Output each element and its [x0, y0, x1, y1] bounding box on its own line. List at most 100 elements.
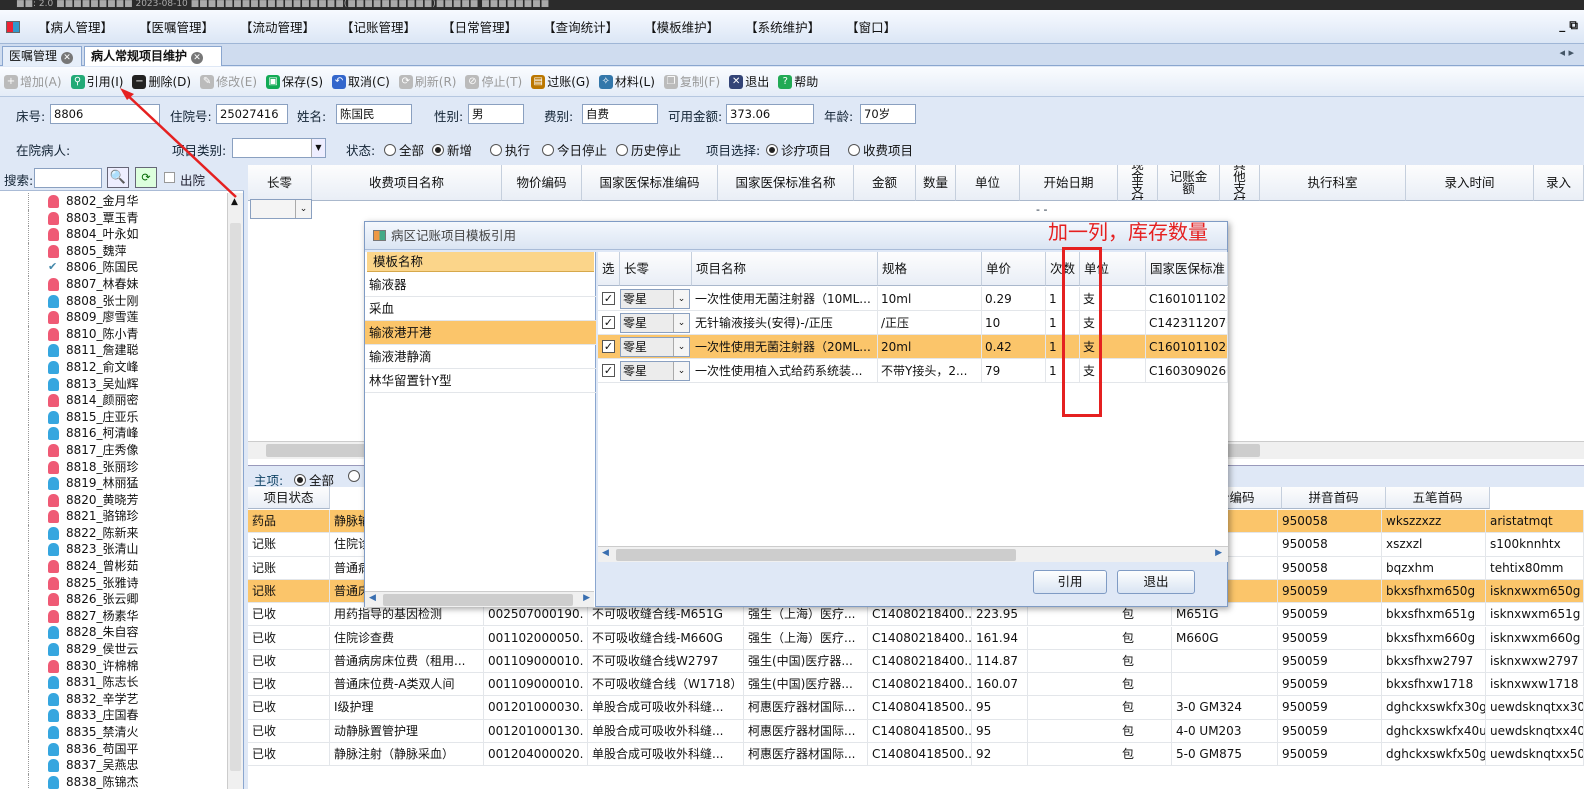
- bed-field[interactable]: 8806: [50, 104, 160, 124]
- list-item[interactable]: 8812_俞文峰: [0, 358, 228, 376]
- item-checkbox[interactable]: ✓: [602, 316, 615, 329]
- admission-field[interactable]: 25027416: [216, 104, 288, 124]
- list-item[interactable]: 8829_侯世云: [0, 641, 228, 658]
- list-item[interactable]: 8813_吴灿辉: [0, 375, 228, 393]
- list-item[interactable]: ✔ 8806_陈国民: [0, 259, 228, 276]
- main-header-12[interactable]: 执行科室: [1260, 165, 1406, 201]
- fee-field[interactable]: 自费: [582, 104, 658, 124]
- menu-item-8[interactable]: 【窗口】: [838, 17, 904, 36]
- list-item[interactable]: 8808_张士刚: [0, 292, 228, 310]
- list-item[interactable]: 8832_辛学艺: [0, 690, 228, 708]
- chevron-right-icon[interactable]: ▶: [1215, 548, 1222, 558]
- item-checkbox[interactable]: ✓: [602, 364, 615, 377]
- close-icon[interactable]: ✕: [191, 52, 204, 64]
- main-header-3[interactable]: 国家医保标准编码: [582, 165, 718, 201]
- tab-patient-routine-items[interactable]: 病人常规项目维护 ✕: [84, 46, 222, 66]
- template-item[interactable]: 输液器: [365, 273, 596, 297]
- items-header-2[interactable]: 项目名称: [692, 252, 878, 286]
- chevron-up-icon[interactable]: ▲: [231, 197, 238, 207]
- radio-item-select-1[interactable]: 收费项目: [848, 140, 913, 159]
- template-item[interactable]: 林华留置针Y型: [365, 369, 596, 393]
- template-item[interactable]: 输液港开港: [365, 321, 596, 345]
- table-row[interactable]: 已收 动静脉置管护理 001201000130. 单股合成可吸收外科缝... 柯惠医疗器…: [248, 719, 1584, 743]
- main-header-2[interactable]: 物价编码: [502, 165, 582, 201]
- main-header-11[interactable]: 其他支付: [1220, 165, 1260, 201]
- tab-scroll-arrows-icon[interactable]: ◂ ▸: [1559, 46, 1574, 59]
- table-row[interactable]: 已收 Ⅰ级护理 001201000030. 单股合成可吸收外科缝... 柯惠医疗器材国际…: [248, 696, 1584, 720]
- toolbar-save-button[interactable]: ▣ 保存(S): [266, 73, 323, 90]
- gender-field[interactable]: 男: [468, 104, 524, 124]
- bottom-header-0[interactable]: 项目状态: [248, 487, 330, 509]
- template-list-scrollbar[interactable]: ◀ ▶: [365, 591, 594, 607]
- main-header-8[interactable]: 开始日期: [1020, 165, 1118, 201]
- menu-item-0[interactable]: 【病人管理】: [30, 17, 121, 36]
- type-combo[interactable]: 零星 ⌄: [620, 289, 690, 309]
- toolbar-binoculars-button[interactable]: ⚲ 引用(I): [70, 73, 123, 90]
- list-item[interactable]: 8809_廖雪莲: [0, 309, 228, 326]
- menu-item-3[interactable]: 【记账管理】: [333, 17, 424, 36]
- reference-button[interactable]: 引用: [1033, 570, 1107, 594]
- scroll-thumb[interactable]: [230, 223, 241, 771]
- list-item[interactable]: 8807_林春妹: [0, 275, 228, 293]
- list-item[interactable]: 8817_庄秀像: [0, 441, 228, 459]
- list-item[interactable]: 8819_林丽猛: [0, 475, 228, 492]
- menu-item-7[interactable]: 【系统维护】: [737, 17, 828, 36]
- radio-status-2[interactable]: 执行: [490, 140, 530, 159]
- table-row[interactable]: ✓零星⌄无针输液接头(安得)-/正压/正压101支C142311207000: [598, 311, 1228, 335]
- list-item[interactable]: 8828_朱自容: [0, 624, 228, 641]
- close-icon[interactable]: ✕: [61, 52, 74, 64]
- main-header-5[interactable]: 金额: [854, 165, 916, 201]
- start-date-placeholder[interactable]: - -: [1036, 203, 1047, 216]
- list-item[interactable]: 8804_叶永如: [0, 226, 228, 243]
- main-header-14[interactable]: 录入: [1534, 165, 1584, 201]
- list-item[interactable]: 8822_陈新来: [0, 524, 228, 542]
- table-row[interactable]: ✓ 零星 ⌄ 一次性使用无菌注射器（10ML... 10ml 0.29 1 支 C1601011…: [598, 287, 1228, 311]
- list-item[interactable]: 8824_曾彬茹: [0, 558, 228, 575]
- main-header-7[interactable]: 单位: [956, 165, 1020, 201]
- scroll-thumb[interactable]: [616, 549, 1016, 561]
- items-header-0[interactable]: 选: [598, 252, 620, 286]
- list-item[interactable]: 8815_庄亚乐: [0, 408, 228, 426]
- main-header-4[interactable]: 国家医保标准名称: [718, 165, 854, 201]
- chevron-right-icon[interactable]: ▶: [583, 593, 590, 603]
- item-checkbox[interactable]: ✓: [602, 292, 615, 305]
- search-input[interactable]: [34, 168, 102, 188]
- list-item[interactable]: 8836_苟国平: [0, 740, 228, 758]
- items-header-3[interactable]: 规格: [878, 252, 982, 286]
- list-item[interactable]: 8838_陈锦杰: [0, 773, 228, 789]
- list-item[interactable]: 8814_颜丽密: [0, 392, 228, 409]
- radio-status-0[interactable]: 全部: [384, 140, 424, 159]
- tab-order-management[interactable]: 医嘱管理 ✕: [2, 46, 82, 66]
- type-combo[interactable]: 零星 ⌄: [620, 337, 690, 357]
- chevron-down-icon[interactable]: ⌄: [295, 200, 311, 218]
- list-item[interactable]: 8820_黄晓芳: [0, 491, 228, 509]
- template-item[interactable]: 采血: [365, 297, 596, 321]
- toolbar-post-button[interactable]: ▤ 过账(G): [531, 73, 590, 90]
- list-item[interactable]: 8835_禁清火: [0, 724, 228, 741]
- main-header-0[interactable]: 长零: [248, 165, 312, 201]
- items-header-7[interactable]: 国家医保标准: [1146, 252, 1228, 286]
- type-combo[interactable]: 零星 ⌄: [620, 313, 690, 333]
- items-header-1[interactable]: 长零: [620, 252, 692, 286]
- window-controls[interactable]: _ ⧉: [1559, 18, 1578, 33]
- chevron-down-icon[interactable]: ⌄: [673, 338, 689, 356]
- scroll-thumb[interactable]: [383, 594, 573, 606]
- radio-main-other[interactable]: [348, 470, 363, 482]
- name-field[interactable]: 陈国民: [336, 104, 412, 124]
- toolbar-undo-button[interactable]: ↶ 取消(C): [332, 73, 390, 90]
- toolbar-material-button[interactable]: ✧ 材料(L): [598, 73, 655, 90]
- list-item[interactable]: 8811_詹建聪: [0, 342, 228, 359]
- type-combo[interactable]: 零星 ⌄: [620, 361, 690, 381]
- search-icon[interactable]: 🔍: [107, 167, 129, 188]
- toolbar-refresh-button[interactable]: ⟳ 刷新(R): [398, 73, 456, 90]
- main-header-9[interactable]: 现金支付: [1118, 165, 1158, 201]
- chevron-down-icon[interactable]: ▼: [311, 139, 325, 157]
- chevron-left-icon[interactable]: ◀: [602, 548, 609, 558]
- toolbar-pencil-button[interactable]: ✎ 修改(E): [200, 73, 257, 90]
- radio-status-4[interactable]: 历史停止: [616, 140, 681, 159]
- list-item[interactable]: 8821_骆锦珍: [0, 508, 228, 525]
- list-item[interactable]: 8830_许棉棉: [0, 657, 228, 675]
- chevron-left-icon[interactable]: ◀: [369, 593, 376, 603]
- menu-item-2[interactable]: 【流动管理】: [232, 17, 323, 36]
- list-item[interactable]: 8831_陈志长: [0, 674, 228, 691]
